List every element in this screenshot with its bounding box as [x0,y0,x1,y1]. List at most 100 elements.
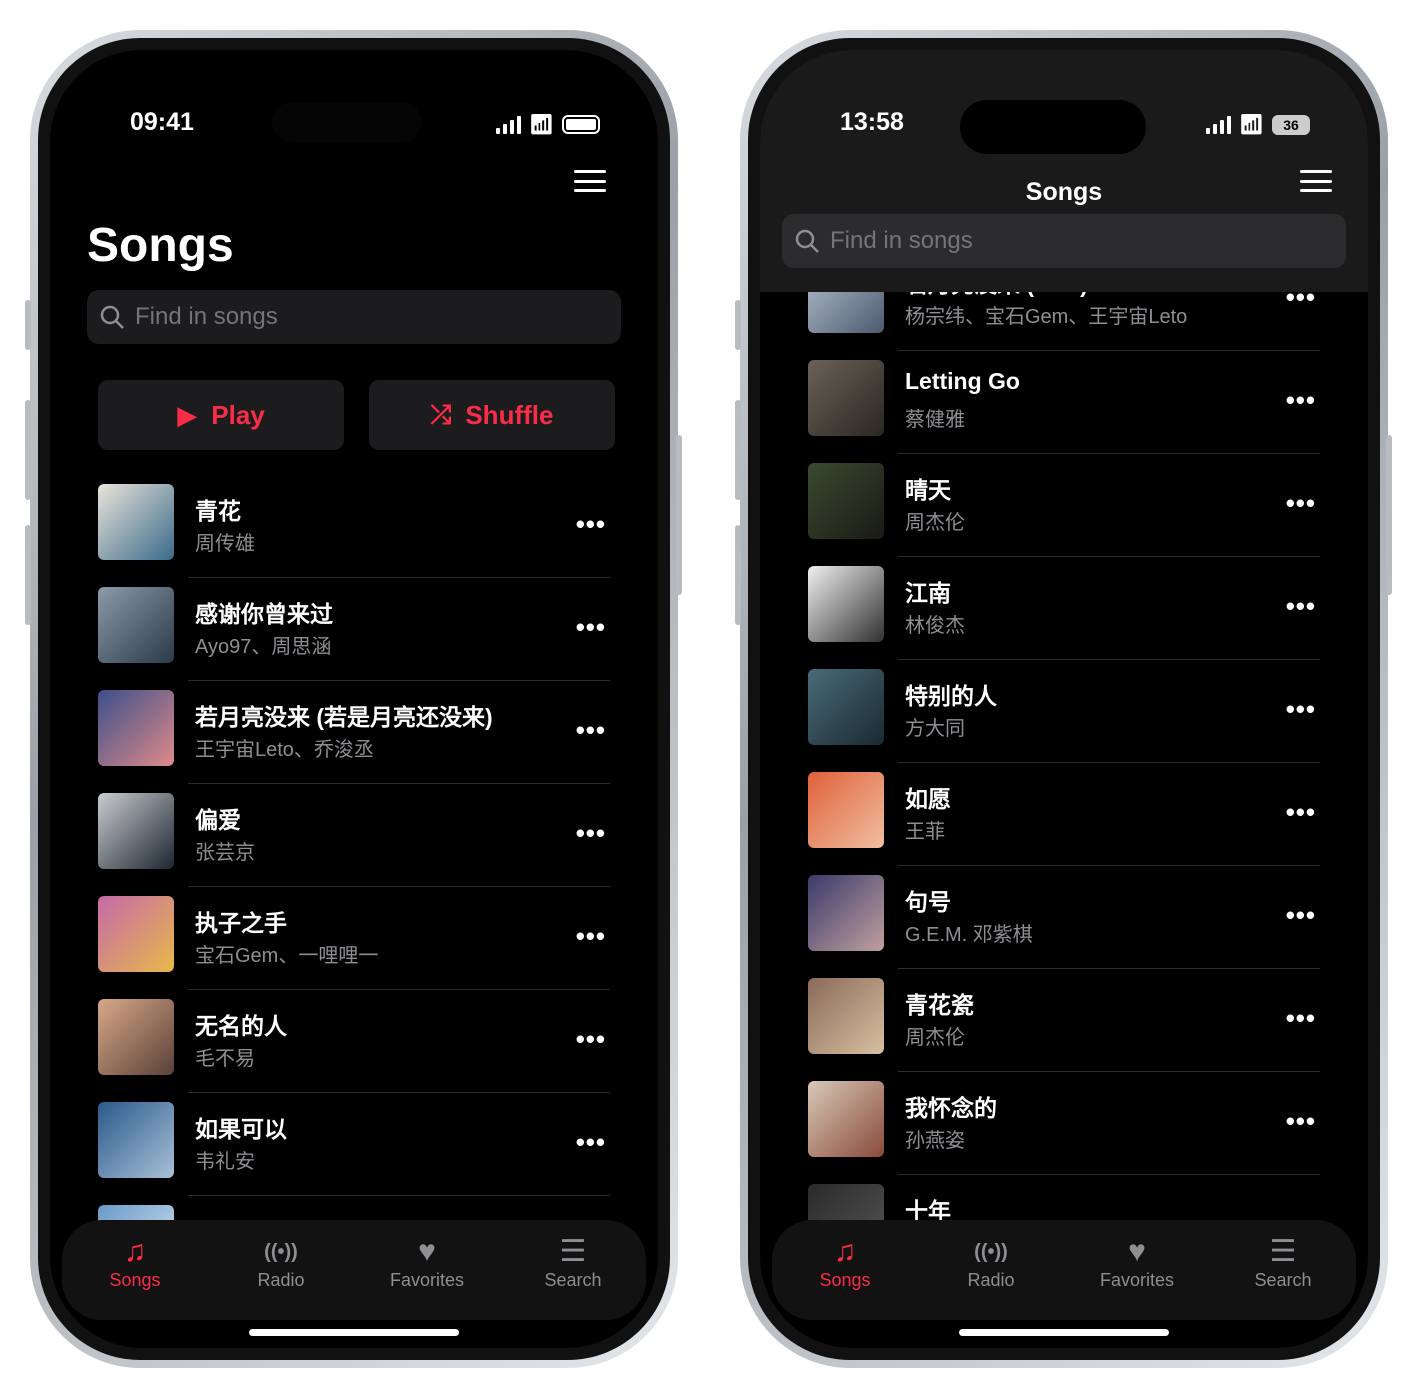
shuffle-icon: ⤮ [430,399,452,429]
more-options-icon[interactable]: ••• [1286,900,1316,931]
song-row[interactable]: Letting Go 蔡健雅 ••• [808,351,1320,454]
heart-icon: ♥ [418,1235,436,1268]
song-title: 晴天 [905,477,951,503]
song-title: 执子之手 [195,910,287,936]
more-options-icon[interactable]: ••• [576,921,606,952]
dynamic-island [272,102,422,142]
song-artist: 周杰伦 [905,512,965,534]
song-title: 感谢你曾来过 [195,601,333,627]
search-field[interactable] [87,290,621,344]
search-input[interactable] [135,303,535,331]
tab-bar: ♫ Songs ((•)) Radio ♥ Favorites ☰ Search [772,1220,1356,1320]
song-row[interactable]: 无名的人 毛不易 ••• [98,990,610,1093]
song-row[interactable]: 江南 林俊杰 ••• [808,557,1320,660]
song-row[interactable]: 若月亮没来 (若是月亮还没来) 王宇宙Leto、乔浚丞 ••• [98,681,610,784]
signal-icon [495,115,521,134]
song-row[interactable]: 青花瓷 周杰伦 ••• [808,969,1320,1072]
song-title: 如愿 [905,786,951,812]
tab-search[interactable]: ☰ Search [1223,1234,1343,1320]
screen: 09:41 📶︎ Songs ▶Play ⤮Shuffle 青花 周传雄 •••… [50,50,658,1348]
tab-search[interactable]: ☰ Search [513,1234,633,1320]
song-artist: 王宇宙Leto、乔浚丞 [195,739,374,761]
list-search-icon: ☰ [1269,1235,1297,1268]
song-title: 无名的人 [195,1013,287,1039]
home-indicator[interactable] [959,1329,1169,1336]
signal-icon [1205,115,1231,134]
phone-right: 若月亮没来 (Live) 杨宗纬、宝石Gem、王宇宙Leto ••• Letti… [740,30,1388,1368]
album-art [98,484,174,560]
song-artist: 杨宗纬、宝石Gem、王宇宙Leto [905,306,1188,328]
album-art [98,999,174,1075]
song-artist: 王菲 [905,821,945,843]
song-artist: 林俊杰 [905,615,965,637]
search-icon [795,229,819,253]
more-options-icon[interactable]: ••• [576,818,606,849]
more-options-icon[interactable]: ••• [1286,1003,1316,1034]
song-title: 如果可以 [195,1116,287,1142]
album-art [808,875,884,951]
status-bar: 09:41 📶︎ [50,100,658,142]
song-artist: 宝石Gem、一哩哩一 [195,945,379,967]
song-row[interactable]: 我怀念的 孙燕姿 ••• [808,1072,1320,1175]
more-options-icon[interactable]: ••• [576,1024,606,1055]
tab-songs[interactable]: ♫ Songs [785,1234,905,1320]
more-options-icon[interactable]: ••• [1286,694,1316,725]
song-artist: 蔡健雅 [905,409,965,431]
album-art [808,772,884,848]
song-title: 我怀念的 [905,1095,997,1121]
song-row[interactable]: 青花 周传雄 ••• [98,475,610,578]
song-title: Letting Go [905,368,1020,394]
song-title: 偏爱 [195,807,241,833]
tab-radio[interactable]: ((•)) Radio [931,1234,1051,1320]
song-row[interactable]: 晴天 周杰伦 ••• [808,454,1320,557]
more-options-icon[interactable]: ••• [576,509,606,540]
battery-icon [562,115,600,134]
more-options-icon[interactable]: ••• [1286,488,1316,519]
tab-favorites[interactable]: ♥ Favorites [367,1234,487,1320]
more-options-icon[interactable]: ••• [576,1127,606,1158]
home-indicator[interactable] [249,1329,459,1336]
menu-icon[interactable] [1300,170,1332,192]
more-options-icon[interactable]: ••• [576,715,606,746]
play-button[interactable]: ▶ Play [98,380,344,450]
more-options-icon[interactable]: ••• [1286,1106,1316,1137]
status-time: 13:58 [840,108,904,136]
radio-broadcast-icon: ((•)) [264,1241,298,1263]
status-time: 09:41 [130,108,194,136]
menu-icon[interactable] [574,170,606,192]
song-artist: 周杰伦 [905,1027,965,1049]
music-note-icon: ♫ [833,1235,857,1268]
song-row[interactable]: 如果可以 韦礼安 ••• [98,1093,610,1196]
tab-songs[interactable]: ♫ Songs [75,1234,195,1320]
album-art [98,896,174,972]
list-search-icon: ☰ [559,1235,587,1268]
more-options-icon[interactable]: ••• [1286,591,1316,622]
more-options-icon[interactable]: ••• [576,612,606,643]
search-input[interactable] [830,227,1230,255]
tab-radio[interactable]: ((•)) Radio [221,1234,341,1320]
radio-broadcast-icon: ((•)) [974,1241,1008,1263]
album-art [808,669,884,745]
song-title: 青花瓷 [905,992,974,1018]
more-options-icon[interactable]: ••• [1286,385,1316,416]
song-row[interactable]: 如愿 王菲 ••• [808,763,1320,866]
song-row[interactable]: 句号 G.E.M. 邓紫棋 ••• [808,866,1320,969]
shuffle-button[interactable]: ⤮ Shuffle [369,380,615,450]
page-title: Songs [1025,178,1103,206]
song-row[interactable]: 偏爱 张芸京 ••• [98,784,610,887]
song-row[interactable]: 感谢你曾来过 Ayo97、周思涵 ••• [98,578,610,681]
album-art [808,1081,884,1157]
tab-favorites[interactable]: ♥ Favorites [1077,1234,1197,1320]
album-art [98,690,174,766]
more-options-icon[interactable]: ••• [1286,797,1316,828]
phone-left: 09:41 📶︎ Songs ▶Play ⤮Shuffle 青花 周传雄 •••… [30,30,678,1368]
song-row[interactable]: 特别的人 方大同 ••• [808,660,1320,763]
song-artist: 孙燕姿 [905,1130,965,1152]
album-art [808,463,884,539]
song-list: 若月亮没来 (Live) 杨宗纬、宝石Gem、王宇宙Leto ••• Letti… [808,248,1320,1278]
album-art [808,360,884,436]
song-row[interactable]: 执子之手 宝石Gem、一哩哩一 ••• [98,887,610,990]
album-art [98,1102,174,1178]
search-field[interactable] [782,214,1346,268]
screen: 若月亮没来 (Live) 杨宗纬、宝石Gem、王宇宙Leto ••• Letti… [760,50,1368,1348]
